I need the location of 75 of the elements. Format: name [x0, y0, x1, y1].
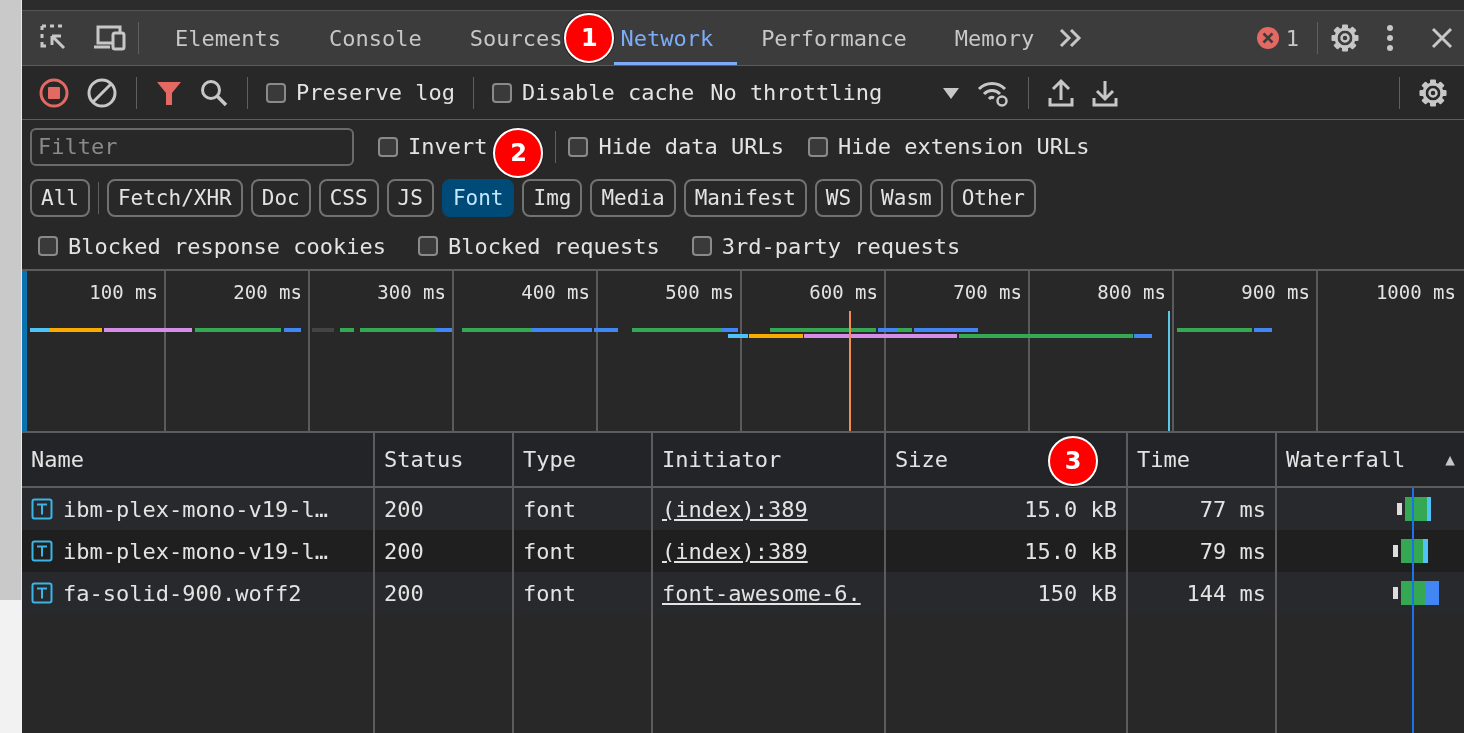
tab[interactable]: Elements	[151, 11, 305, 65]
filter-chip[interactable]: Other	[950, 179, 1036, 217]
table-cell: fa-solid-900.woff2	[22, 572, 375, 614]
error-badge[interactable]: 1	[1255, 25, 1299, 51]
font-file-icon	[31, 582, 53, 604]
filter-chip[interactable]: Doc	[250, 179, 311, 217]
step-badge: 2	[493, 127, 544, 178]
checkbox[interactable]: Hide data URLs	[568, 134, 784, 159]
table-cell: 200	[375, 572, 514, 614]
filter-chip[interactable]: Font	[441, 179, 515, 217]
tick-label: 800 ms	[1097, 281, 1166, 303]
waterfall-bar	[1393, 581, 1439, 605]
initiator-link[interactable]: (index):389	[662, 496, 808, 522]
tick-label: 600 ms	[809, 281, 878, 303]
upload-icon[interactable]	[1047, 77, 1076, 108]
column-header[interactable]: Type	[514, 433, 653, 486]
filter-chip[interactable]: JS	[386, 179, 434, 217]
table-cell: 150 kB	[886, 572, 1128, 614]
filter-chip[interactable]: All	[30, 179, 90, 217]
step-badge: 1	[564, 13, 615, 63]
filter-chip[interactable]: CSS	[318, 179, 379, 217]
column-header[interactable]: Time	[1128, 433, 1277, 486]
settings-icon[interactable]	[1418, 77, 1448, 108]
step-badge: 3	[1048, 436, 1098, 486]
column-header[interactable]: Waterfall ▲	[1277, 433, 1464, 486]
tab[interactable]: Console	[304, 11, 446, 65]
tick-label: 100 ms	[89, 281, 158, 303]
table-cell: 144 ms	[1128, 572, 1277, 614]
table-cell: font	[514, 572, 653, 614]
column-header[interactable]: Name	[22, 433, 375, 486]
error-icon	[1255, 26, 1280, 50]
filter-chip[interactable]: Manifest	[683, 179, 807, 217]
filter-chip[interactable]: Img	[522, 179, 583, 217]
checkbox[interactable]: 3rd-party requests	[691, 233, 961, 259]
search-icon[interactable]	[199, 77, 229, 108]
device-toolbar-icon[interactable]	[92, 23, 126, 53]
checkbox[interactable]: Blocked requests	[417, 233, 660, 259]
font-file-icon	[31, 498, 53, 520]
filter-field[interactable]: Filter	[30, 127, 354, 166]
filter-chip[interactable]: Media	[590, 179, 676, 217]
filter-chip[interactable]: Wasm	[870, 179, 943, 217]
tick-label: 200 ms	[233, 281, 302, 303]
caret-icon	[942, 85, 961, 100]
waterfall-bar	[1393, 539, 1428, 563]
checkbox[interactable]: Blocked response cookies	[38, 233, 386, 259]
column-header[interactable]: Status	[375, 433, 514, 486]
checkbox[interactable]: Preserve log	[266, 80, 455, 105]
tab[interactable]: Performance	[737, 11, 931, 65]
column-header[interactable]: Size 3	[886, 433, 1128, 486]
filter-chip[interactable]: WS	[814, 179, 863, 217]
more-icon[interactable]	[1386, 24, 1394, 52]
tick-label: 500 ms	[665, 281, 734, 303]
tick-label: 300 ms	[377, 281, 446, 303]
initiator-link[interactable]: (index):389	[662, 538, 808, 564]
close-icon[interactable]	[1430, 26, 1454, 50]
tick-label: 900 ms	[1241, 281, 1310, 303]
range-handle[interactable]	[22, 271, 27, 431]
throttling-dropdown[interactable]: No throttling	[710, 80, 961, 105]
font-file-icon	[31, 540, 53, 562]
checkbox[interactable]: Invert	[378, 134, 488, 159]
column-header[interactable]: Initiator	[653, 433, 886, 486]
clear-icon[interactable]	[86, 76, 118, 109]
tab[interactable]: Sources	[445, 11, 565, 65]
initiator-link[interactable]: font-awesome-6.	[662, 580, 861, 606]
tab[interactable]: Memory	[930, 11, 1059, 65]
filter-chip[interactable]: Fetch/XHR	[106, 179, 243, 217]
record-icon[interactable]	[38, 76, 70, 109]
sort-indicator: ▲	[1445, 450, 1455, 469]
tick-label: 700 ms	[953, 281, 1022, 303]
tick-label: 1000 ms	[1375, 281, 1456, 303]
waterfall-bar	[1397, 497, 1431, 521]
checkbox[interactable]: Disable cache	[491, 80, 695, 105]
tick-label: 400 ms	[521, 281, 590, 303]
settings-icon[interactable]	[1330, 23, 1360, 53]
checkbox[interactable]: Hide extension URLs	[807, 134, 1090, 159]
